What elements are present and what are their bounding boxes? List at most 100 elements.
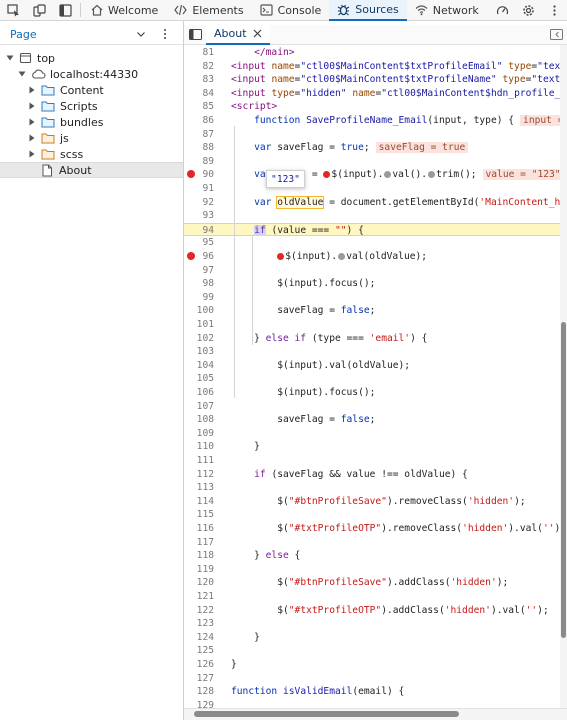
code-line[interactable]: 102 } else if (type === 'email') { [184,332,560,345]
line-number[interactable]: 121 [184,590,214,603]
code-line[interactable]: 113 [184,481,560,494]
tab-welcome[interactable]: Welcome [83,0,166,21]
code-line[interactable]: 88 var saveFlag = true; saveFlag = true [184,141,560,154]
line-number[interactable]: 118 [184,549,214,562]
horizontal-scrollbar-thumb[interactable] [194,711,459,717]
collapsed-arrow-icon[interactable] [28,150,36,158]
expand-arrow-icon[interactable] [6,54,14,62]
line-number[interactable]: 89 [184,155,214,168]
line-number[interactable]: 113 [184,481,214,494]
navigator-more-icon[interactable] [160,28,170,43]
line-number[interactable]: 90 [184,168,214,181]
code-line[interactable]: 129 [184,699,560,708]
tree-item-js[interactable]: js [0,130,183,146]
line-number[interactable]: 112 [184,468,214,481]
code-line[interactable]: 83 <input name="ctl00$MainContent$txtProf… [184,73,560,86]
tree-item-localhost[interactable]: localhost:44330 [0,66,183,82]
device-emulation-icon[interactable] [26,0,52,21]
line-number[interactable]: 86 [184,114,214,127]
code-line[interactable]: 119 [184,563,560,576]
code-line[interactable]: 97 [184,264,560,277]
collapsed-arrow-icon[interactable] [28,102,36,110]
code-line[interactable]: 124 } [184,631,560,644]
settings-gear-icon[interactable] [515,0,541,21]
collapsed-arrow-icon[interactable] [28,134,36,142]
tree-item-about[interactable]: About [0,162,183,178]
line-number[interactable]: 100 [184,304,214,317]
line-number[interactable]: 119 [184,563,214,576]
line-number[interactable]: 109 [184,427,214,440]
line-number[interactable]: 92 [184,196,214,209]
line-number[interactable]: 122 [184,604,214,617]
line-number[interactable]: 95 [184,236,214,249]
tab-network[interactable]: Network [407,0,487,21]
line-number[interactable]: 129 [184,699,214,708]
code-line[interactable]: 117 [184,536,560,549]
line-number[interactable]: 107 [184,400,214,413]
code-line[interactable]: 96 $(input). val(oldValue); [184,250,560,263]
tab-sources[interactable]: Sources [329,0,407,21]
code-line[interactable]: 121 [184,590,560,603]
more-options-icon[interactable] [541,0,567,21]
code-line[interactable]: 105 [184,372,560,385]
tab-console[interactable]: Console [252,0,330,21]
line-number[interactable]: 94 [184,224,214,237]
code-line[interactable]: 114 $("#btnProfileSave").removeClass('hi… [184,495,560,508]
line-number[interactable]: 110 [184,440,214,453]
code-line[interactable]: 108 saveFlag = false; [184,413,560,426]
line-number[interactable]: 106 [184,386,214,399]
code-line[interactable]: 125 [184,644,560,657]
code-line[interactable]: 101 [184,318,560,331]
toggle-navigator-icon[interactable] [184,29,206,40]
code-line[interactable]: 128 function isValidEmail(email) { [184,685,560,698]
code-line[interactable]: 111 [184,454,560,467]
inspect-element-icon[interactable] [0,0,26,21]
code-line[interactable]: 100 saveFlag = false; [184,304,560,317]
line-number[interactable]: 105 [184,372,214,385]
line-number[interactable]: 125 [184,644,214,657]
code-line[interactable]: 107 [184,400,560,413]
line-number[interactable]: 104 [184,359,214,372]
line-number[interactable]: 99 [184,291,214,304]
tree-item-content[interactable]: Content [0,82,183,98]
code-line[interactable]: 115 [184,508,560,521]
code-line[interactable]: 85 <script> [184,100,560,113]
toggle-drawer-icon[interactable] [52,0,78,21]
tab-elements[interactable]: Elements [166,0,251,21]
code-line[interactable]: 123 [184,617,560,630]
code-line[interactable]: 103 [184,345,560,358]
line-number[interactable]: 114 [184,495,214,508]
tree-item-scripts[interactable]: Scripts [0,98,183,114]
code-line[interactable]: 92 var oldValue = document.getElementByI… [184,195,560,209]
line-number[interactable]: 93 [184,209,214,222]
chevron-down-icon[interactable] [135,28,147,43]
code-line[interactable]: 93 [184,209,560,222]
navigator-tab-page[interactable]: Page [10,28,37,41]
line-number[interactable]: 127 [184,672,214,685]
tree-item-bundles[interactable]: bundles [0,114,183,130]
line-number[interactable]: 81 [184,46,214,59]
line-number[interactable]: 98 [184,277,214,290]
toggle-debugger-icon[interactable] [545,29,567,40]
line-number[interactable]: 97 [184,264,214,277]
line-number[interactable]: 120 [184,576,214,589]
collapsed-arrow-icon[interactable] [28,118,36,126]
code-line[interactable]: 120 $("#btnProfileSave").addClass('hidde… [184,576,560,589]
line-number[interactable]: 123 [184,617,214,630]
line-number[interactable]: 117 [184,536,214,549]
code-line[interactable]: 109 [184,427,560,440]
code-line[interactable]: 99 [184,291,560,304]
line-number[interactable]: 102 [184,332,214,345]
code-line[interactable]: 122 $("#txtProfileOTP").addClass('hidden… [184,604,560,617]
code-line[interactable]: 94 if (value === "") { [184,222,560,237]
line-number[interactable]: 83 [184,73,214,86]
editor-tab-about[interactable]: About [206,24,270,45]
code-line[interactable]: 89 [184,155,560,168]
line-number[interactable]: 84 [184,87,214,100]
code-line[interactable]: 82 <input name="ctl00$MainContent$txtProf… [184,60,560,73]
line-number[interactable]: 91 [184,182,214,195]
expand-arrow-icon[interactable] [18,70,26,78]
code-line[interactable]: 90 var = $(input). val(). trim(); value = "… [184,168,560,181]
vertical-scrollbar-thumb[interactable] [561,322,566,638]
code-line[interactable]: 112 if (saveFlag && value !== oldValue) … [184,468,560,481]
